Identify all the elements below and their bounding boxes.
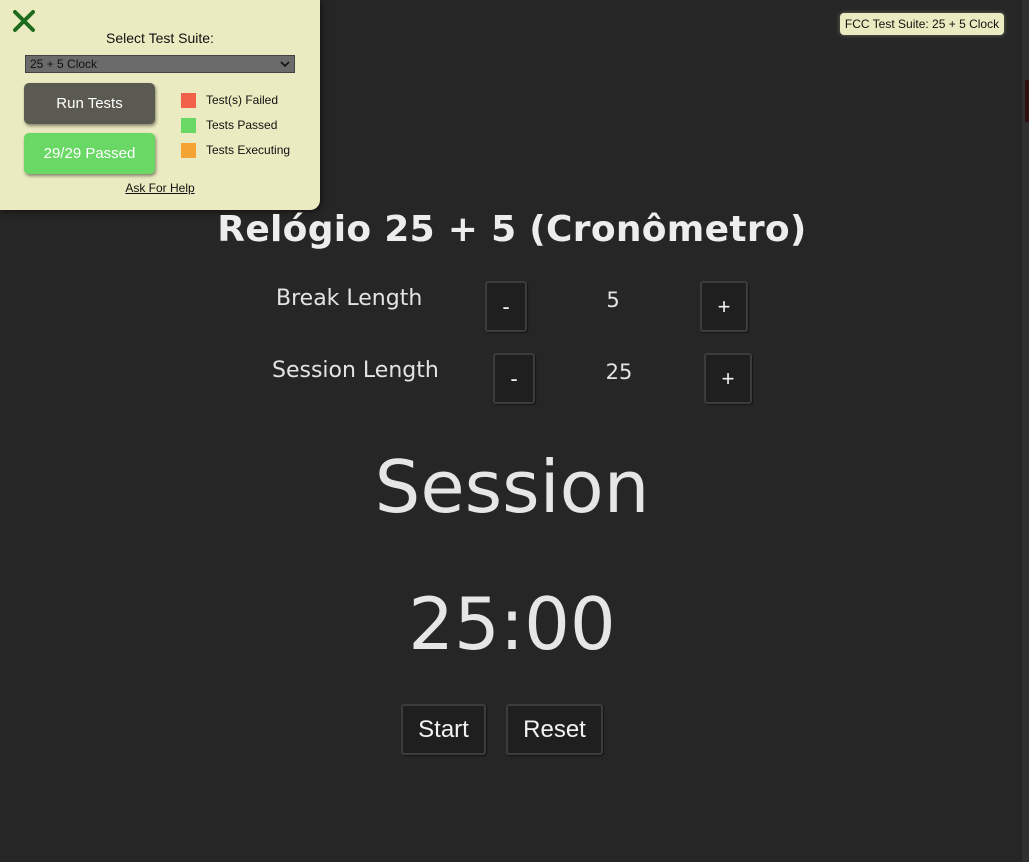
- chevron-down-icon: [280, 61, 290, 68]
- tests-passed-button[interactable]: 29/29 Passed: [24, 133, 155, 174]
- break-increment-button[interactable]: +: [700, 281, 748, 332]
- failed-swatch: [181, 93, 196, 108]
- session-decrement-button[interactable]: -: [493, 353, 535, 404]
- edge-marker: [1025, 80, 1029, 122]
- start-button[interactable]: Start: [401, 704, 486, 755]
- page: Select Test Suite: 25 + 5 Clock Run Test…: [0, 0, 1029, 862]
- break-length-value: 5: [606, 288, 620, 312]
- time-left: 25:00: [408, 582, 616, 666]
- legend-label: Tests Passed: [206, 118, 278, 132]
- test-suite-select[interactable]: 25 + 5 Clock: [25, 55, 295, 73]
- scrollbar-track[interactable]: [1022, 0, 1029, 862]
- timer-label: Session: [374, 445, 650, 529]
- run-tests-button[interactable]: Run Tests: [24, 83, 155, 124]
- legend-label: Test(s) Failed: [206, 93, 279, 107]
- selected-suite: 25 + 5 Clock: [30, 57, 98, 71]
- passed-swatch: [181, 118, 196, 133]
- session-label: Session Length: [272, 358, 439, 383]
- select-suite-label: Select Test Suite:: [106, 30, 214, 46]
- break-decrement-button[interactable]: -: [485, 281, 527, 332]
- fcc-suite-badge[interactable]: FCC Test Suite: 25 + 5 Clock: [840, 13, 1004, 35]
- page-title: Relógio 25 + 5 (Cronômetro): [217, 209, 807, 250]
- fcc-test-panel: Select Test Suite: 25 + 5 Clock Run Test…: [0, 0, 320, 210]
- break-label: Break Length: [276, 286, 423, 311]
- session-length-value: 25: [605, 360, 633, 384]
- executing-swatch: [181, 143, 196, 158]
- ask-for-help-link[interactable]: Ask For Help: [0, 181, 320, 195]
- legend-label: Tests Executing: [206, 143, 291, 157]
- reset-button[interactable]: Reset: [506, 704, 603, 755]
- session-increment-button[interactable]: +: [704, 353, 752, 404]
